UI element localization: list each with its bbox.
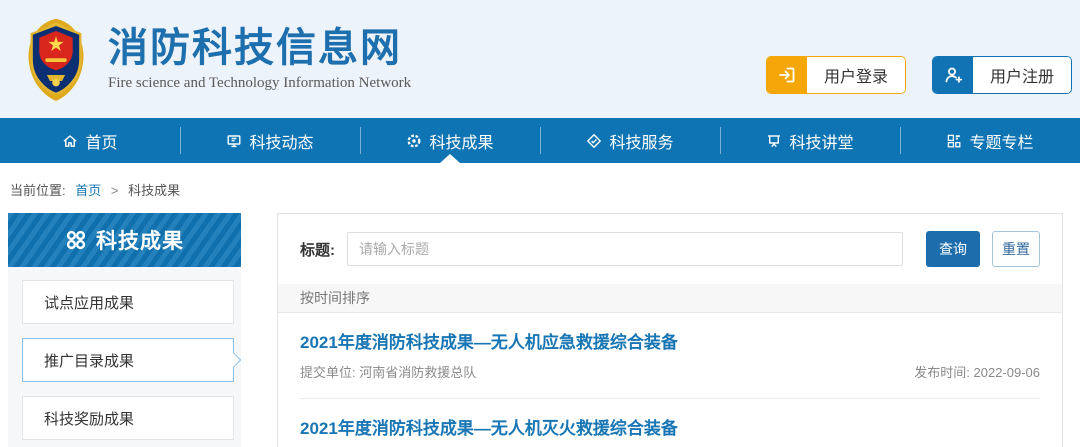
login-button-label: 用户登录 [807,57,905,93]
reset-button[interactable]: 重置 [992,231,1040,267]
site-title: 消防科技信息网 [108,27,411,69]
lecture-board-icon [766,133,782,149]
nav-item-3[interactable]: 科技服务 [540,118,720,163]
query-button[interactable]: 查询 [926,231,980,267]
result-title-link[interactable]: 2021年度消防科技成果—无人机应急救援综合装备 [300,328,1040,353]
brand: 消防科技信息网 Fire science and Technology Info… [18,13,411,105]
sidebar-item-0[interactable]: 试点应用成果 [22,280,234,324]
breadcrumb-prefix: 当前位置: [10,183,66,198]
results-panel: 标题: 查询 重置 按时间排序 2021年度消防科技成果—无人机应急救援综合装备… [277,213,1063,447]
nav-item-label: 专题专栏 [969,129,1033,153]
title-search-input[interactable] [347,232,903,266]
login-button[interactable]: 用户登录 [766,56,906,94]
result-submitter: 提交单位: 河南省消防救援总队 [300,362,476,381]
nav-item-label: 科技成果 [429,129,493,153]
main-nav-list: 首页 科技动态 科技成果 科技服务 科技讲堂 专题专栏 [0,118,1080,163]
breadcrumb: 当前位置: 首页 > 科技成果 [0,163,1080,213]
content: 科技成果 试点应用成果推广目录成果科技奖励成果 标题: 查询 重置 按时间排序 … [0,213,1080,447]
sidebar-item-label: 推广目录成果 [44,350,134,371]
monitor-icon [226,133,242,149]
register-button-label: 用户注册 [973,57,1071,93]
user-plus-icon [933,57,973,93]
auth-buttons: 用户登录 用户注册 [766,56,1072,94]
sidebar-item-label: 试点应用成果 [44,292,134,313]
result-item-0: 2021年度消防科技成果—无人机应急救援综合装备提交单位: 河南省消防救援总队 发… [300,313,1040,399]
four-circles-icon [65,229,87,251]
result-meta: 提交单位: 河南省消防救援总队 发布时间: 2022-09-06 [300,362,1040,381]
site-subtitle: Fire science and Technology Information … [108,75,411,92]
nav-item-1[interactable]: 科技动态 [180,118,360,163]
fire-rescue-emblem-logo [18,13,94,105]
search-title-label: 标题: [300,239,335,260]
breadcrumb-home-link[interactable]: 首页 [75,183,101,198]
sidebar-item-2[interactable]: 科技奖励成果 [22,396,234,440]
main-nav: 首页 科技动态 科技成果 科技服务 科技讲堂 专题专栏 [0,118,1080,163]
brand-text: 消防科技信息网 Fire science and Technology Info… [108,27,411,92]
sidebar: 科技成果 试点应用成果推广目录成果科技奖励成果 [8,213,241,447]
nav-item-label: 科技动态 [249,129,313,153]
sidebar-title: 科技成果 [96,225,184,255]
badge-check-icon [586,133,602,149]
sidebar-header: 科技成果 [8,213,241,267]
gear-icon [406,133,422,149]
login-icon [767,57,807,93]
result-list: 2021年度消防科技成果—无人机应急救援综合装备提交单位: 河南省消防救援总队 发… [278,313,1062,447]
result-publish-date: 发布时间: 2022-09-06 [914,362,1040,381]
result-title-link[interactable]: 2021年度消防科技成果—无人机灭火救援综合装备 [300,414,1040,439]
nav-item-4[interactable]: 科技讲堂 [720,118,900,163]
breadcrumb-separator: > [111,183,119,198]
nav-item-label: 科技服务 [609,129,673,153]
sidebar-menu: 试点应用成果推广目录成果科技奖励成果 [8,267,241,447]
search-row: 标题: 查询 重置 [278,214,1062,284]
nav-item-label: 首页 [85,129,117,153]
sort-by-time-bar: 按时间排序 [278,284,1062,313]
register-button[interactable]: 用户注册 [932,56,1072,94]
site-header: 消防科技信息网 Fire science and Technology Info… [0,0,1080,118]
nav-item-2[interactable]: 科技成果 [360,118,540,163]
blocks-grid-icon [946,133,962,149]
result-item-1: 2021年度消防科技成果—无人机灭火救援综合装备提交单位: 河南省消防救援总队发… [300,399,1040,447]
sidebar-item-1[interactable]: 推广目录成果 [22,338,234,382]
nav-item-5[interactable]: 专题专栏 [900,118,1080,163]
nav-item-0[interactable]: 首页 [0,118,180,163]
nav-item-label: 科技讲堂 [789,129,853,153]
home-icon [62,133,78,149]
sidebar-item-label: 科技奖励成果 [44,408,134,429]
breadcrumb-current: 科技成果 [128,183,180,198]
